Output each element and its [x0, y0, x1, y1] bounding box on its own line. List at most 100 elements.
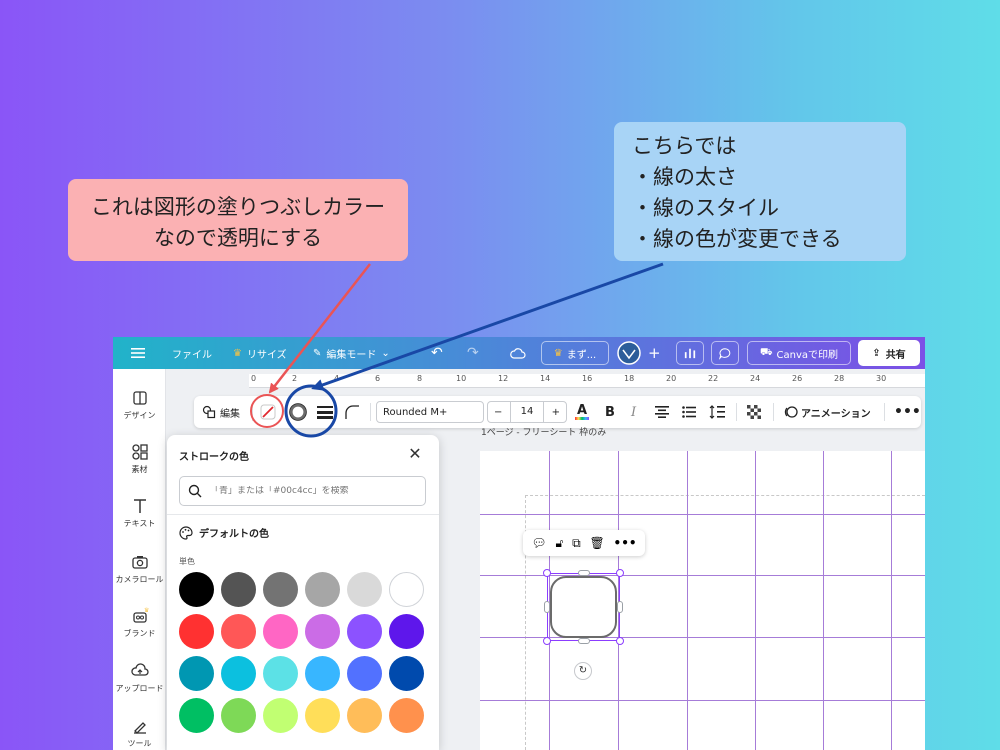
- font-family-dropdown[interactable]: Rounded M+: [376, 401, 484, 423]
- align-center-icon[interactable]: [655, 396, 669, 428]
- upgrade-label: まず...: [566, 349, 597, 361]
- edit-button[interactable]: 編集: [202, 396, 240, 428]
- color-swatch[interactable]: [263, 614, 298, 649]
- rotate-icon[interactable]: ↻: [574, 662, 592, 680]
- color-swatch[interactable]: [263, 698, 298, 733]
- stroke-weight-button[interactable]: [317, 396, 333, 428]
- divider: [736, 403, 737, 421]
- divider: [773, 403, 774, 421]
- text-color-button[interactable]: A: [575, 396, 589, 428]
- resize-handle[interactable]: [616, 569, 624, 577]
- color-swatch[interactable]: [221, 656, 256, 691]
- file-menu[interactable]: ファイル: [172, 337, 212, 369]
- color-swatch[interactable]: [221, 572, 256, 607]
- elements-icon: [131, 444, 148, 460]
- sidebar-item-text[interactable]: テキスト: [113, 497, 166, 529]
- add-collaborator-icon[interactable]: +: [648, 337, 661, 369]
- color-swatch[interactable]: [347, 572, 382, 607]
- color-swatch[interactable]: [305, 698, 340, 733]
- left-sidebar: デザイン 素材 テキスト カメラロール ♛ ブランド アップロード ツール: [113, 369, 166, 750]
- color-swatch[interactable]: [221, 698, 256, 733]
- palette-icon: [179, 525, 193, 540]
- color-swatch[interactable]: [305, 614, 340, 649]
- color-swatch[interactable]: [389, 656, 424, 691]
- color-swatch[interactable]: [347, 656, 382, 691]
- avatar[interactable]: [617, 337, 641, 369]
- ruler-tick: 22: [708, 374, 719, 383]
- ruler-tick: 6: [375, 374, 381, 383]
- shapes-icon: [202, 405, 216, 419]
- italic-button[interactable]: I: [631, 396, 636, 428]
- sidebar-item-elements[interactable]: 素材: [113, 443, 166, 475]
- resize-button[interactable]: ♛ リサイズ: [233, 337, 287, 369]
- duplicate-icon[interactable]: ⧉: [572, 536, 581, 551]
- print-button[interactable]: ⛟ Canvaで印刷: [747, 341, 851, 365]
- corner-rounding-button[interactable]: [344, 396, 360, 428]
- close-icon[interactable]: ✕: [406, 445, 424, 463]
- resize-handle[interactable]: [578, 638, 590, 644]
- color-swatch[interactable]: [179, 572, 214, 607]
- color-search[interactable]: [179, 476, 426, 506]
- more-options-icon[interactable]: •••: [894, 396, 921, 428]
- list-icon[interactable]: [682, 396, 696, 428]
- cloud-save-icon[interactable]: [510, 337, 526, 369]
- color-swatch[interactable]: [347, 614, 382, 649]
- color-swatch[interactable]: [221, 614, 256, 649]
- decrease-size-button[interactable]: −: [494, 407, 502, 418]
- resize-handle[interactable]: [578, 570, 590, 576]
- color-swatch[interactable]: [305, 656, 340, 691]
- sidebar-item-tools[interactable]: ツール: [113, 717, 166, 749]
- sidebar-item-design[interactable]: デザイン: [113, 389, 166, 421]
- resize-handle[interactable]: [543, 637, 551, 645]
- animation-icon: [784, 406, 798, 418]
- bold-button[interactable]: B: [605, 396, 615, 428]
- resize-handle[interactable]: [543, 569, 551, 577]
- brand-icon: ♛: [132, 607, 149, 623]
- resize-handle[interactable]: [544, 601, 550, 613]
- color-swatch[interactable]: [263, 572, 298, 607]
- color-swatch[interactable]: [305, 572, 340, 607]
- sidebar-item-camera-roll[interactable]: カメラロール: [113, 553, 166, 585]
- chevron-down-icon: ⌄: [381, 347, 390, 359]
- increase-size-button[interactable]: +: [552, 407, 560, 418]
- ruler-tick: 28: [834, 374, 845, 383]
- redo-icon[interactable]: ↷: [467, 337, 479, 369]
- color-swatch[interactable]: [389, 698, 424, 733]
- fill-color-button[interactable]: [259, 396, 277, 428]
- font-size-value[interactable]: 14: [509, 402, 545, 422]
- color-swatch[interactable]: [389, 572, 424, 607]
- default-colors-label: デフォルトの色: [199, 529, 269, 540]
- animation-button[interactable]: アニメーション: [784, 396, 871, 428]
- sidebar-item-upload[interactable]: アップロード: [113, 662, 166, 694]
- comment-icon[interactable]: [711, 341, 739, 365]
- font-size-stepper[interactable]: − 14 +: [487, 401, 567, 423]
- color-swatch[interactable]: [179, 698, 214, 733]
- color-search-input[interactable]: [210, 486, 420, 496]
- color-swatch[interactable]: [263, 656, 298, 691]
- grid-line: [823, 451, 824, 750]
- edit-mode-button[interactable]: ✎ 編集モード ⌄: [313, 337, 390, 369]
- more-icon[interactable]: •••: [614, 536, 637, 550]
- stroke-color-button[interactable]: [289, 396, 307, 428]
- text-color-icon: A: [576, 403, 588, 418]
- delete-icon[interactable]: 🗑︎: [589, 536, 604, 550]
- resize-handle[interactable]: [617, 601, 623, 613]
- sidebar-item-brand[interactable]: ♛ ブランド: [113, 607, 166, 639]
- resize-handle[interactable]: [616, 637, 624, 645]
- color-swatch[interactable]: [389, 614, 424, 649]
- upgrade-button[interactable]: ♛ まず...: [541, 341, 609, 365]
- color-swatch[interactable]: [179, 656, 214, 691]
- line-spacing-icon[interactable]: [709, 396, 725, 428]
- default-colors-heading: デフォルトの色: [179, 525, 269, 540]
- lock-icon[interactable]: 🔓︎: [555, 536, 563, 551]
- solid-colors-label: 単色: [179, 557, 195, 566]
- color-swatch[interactable]: [179, 614, 214, 649]
- undo-icon[interactable]: ↶: [431, 337, 443, 369]
- share-button[interactable]: ⇪ 共有: [858, 340, 920, 366]
- transparency-icon[interactable]: [747, 396, 761, 428]
- color-swatch[interactable]: [347, 698, 382, 733]
- edit-label: 編集: [220, 408, 240, 420]
- menu-icon[interactable]: [131, 337, 145, 369]
- comment-add-icon[interactable]: 💬︎: [531, 536, 546, 550]
- analytics-icon[interactable]: [676, 341, 704, 365]
